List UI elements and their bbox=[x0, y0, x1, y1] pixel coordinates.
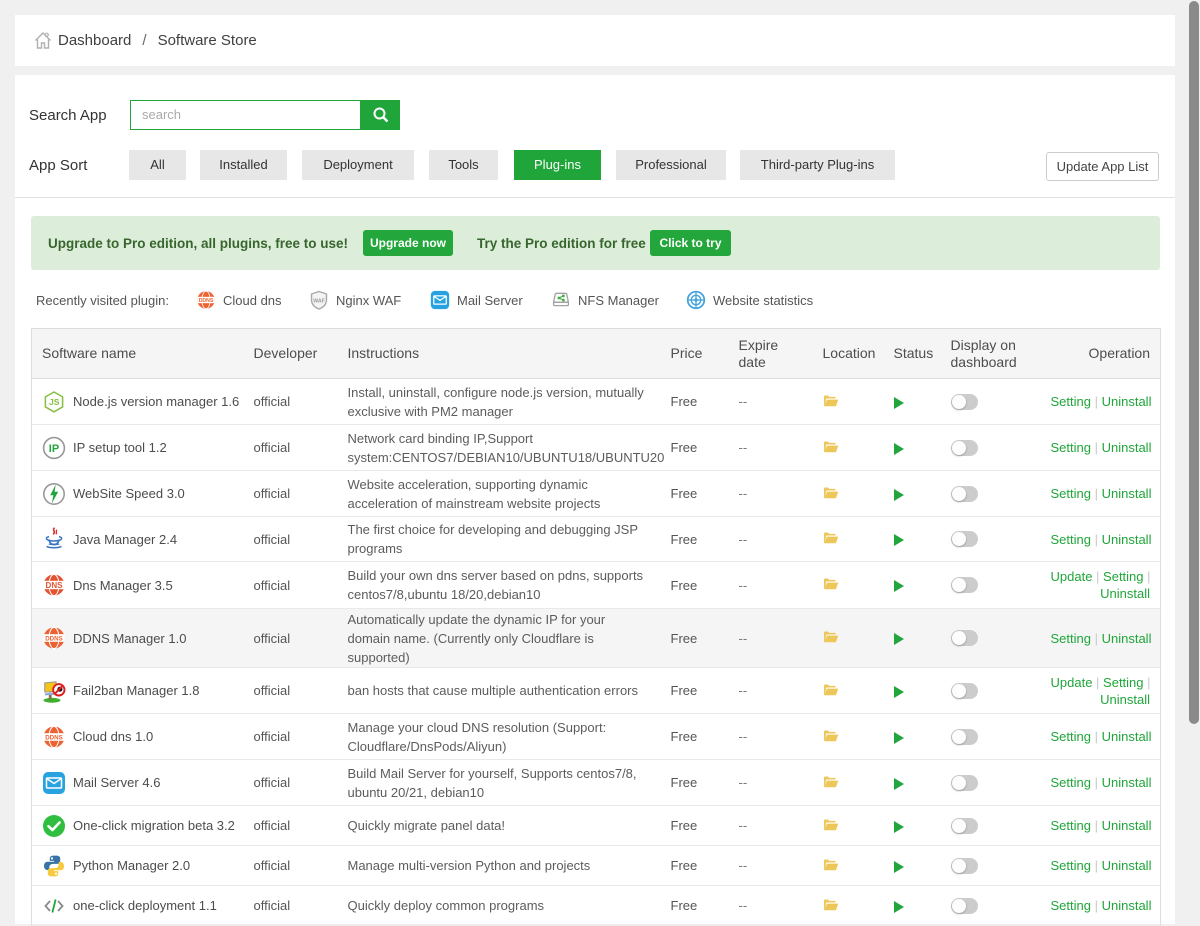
svg-text:JS: JS bbox=[49, 397, 60, 407]
svg-text:DDNS: DDNS bbox=[45, 635, 63, 642]
svg-text:IP: IP bbox=[49, 443, 59, 455]
svg-text:DNS: DNS bbox=[46, 581, 64, 590]
svg-text:DDNS: DDNS bbox=[199, 298, 214, 304]
svg-text:WAF: WAF bbox=[313, 298, 325, 304]
svg-text:DDNS: DDNS bbox=[45, 734, 63, 741]
